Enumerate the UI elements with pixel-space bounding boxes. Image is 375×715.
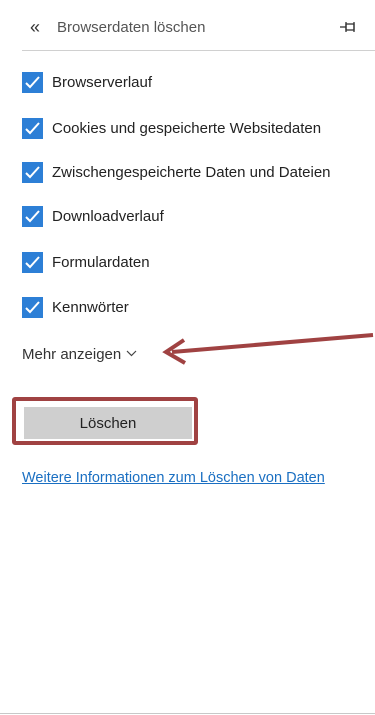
header-divider (22, 50, 375, 51)
show-more-link[interactable]: Mehr anzeigen (22, 344, 137, 364)
pin-icon[interactable] (338, 18, 360, 36)
delete-button[interactable]: Löschen (24, 407, 192, 439)
option-cookies[interactable]: Cookies und gespeicherte Websitedaten (22, 116, 321, 140)
option-cache[interactable]: Zwischengespeicherte Daten und Dateien (22, 160, 331, 184)
option-label: Kennwörter (52, 298, 129, 316)
checkbox-checked[interactable] (22, 71, 43, 93)
footer-divider (0, 713, 375, 714)
checkbox-checked[interactable] (22, 205, 43, 227)
option-formulardaten[interactable]: Formulardaten (22, 250, 150, 274)
checkbox-checked[interactable] (22, 161, 43, 183)
option-label: Formulardaten (52, 253, 150, 271)
option-browserverlauf[interactable]: Browserverlauf (22, 70, 152, 94)
option-label: Zwischengespeicherte Daten und Dateien (52, 163, 331, 181)
option-kennwoerter[interactable]: Kennwörter (22, 295, 129, 319)
double-chevron-left-icon[interactable]: « (24, 16, 46, 38)
chevron-down-icon (126, 348, 137, 360)
clear-browsing-data-panel: « Browserdaten löschen Browserverlauf Co… (0, 0, 375, 715)
checkbox-checked[interactable] (22, 251, 43, 273)
show-more-label: Mehr anzeigen (22, 345, 122, 363)
option-label: Browserverlauf (52, 73, 153, 91)
option-label: Cookies und gespeicherte Websitedaten (52, 119, 322, 137)
more-info-link[interactable]: Weitere Informationen zum Löschen von Da… (22, 470, 325, 486)
page-title: Browserdaten löschen (57, 19, 206, 36)
checkbox-checked[interactable] (22, 296, 43, 318)
option-downloadverlauf[interactable]: Downloadverlauf (22, 204, 164, 228)
checkbox-checked[interactable] (22, 117, 43, 139)
panel-header: « Browserdaten löschen (0, 0, 375, 52)
option-label: Downloadverlauf (52, 207, 164, 225)
annotation-arrow-icon (162, 333, 374, 365)
